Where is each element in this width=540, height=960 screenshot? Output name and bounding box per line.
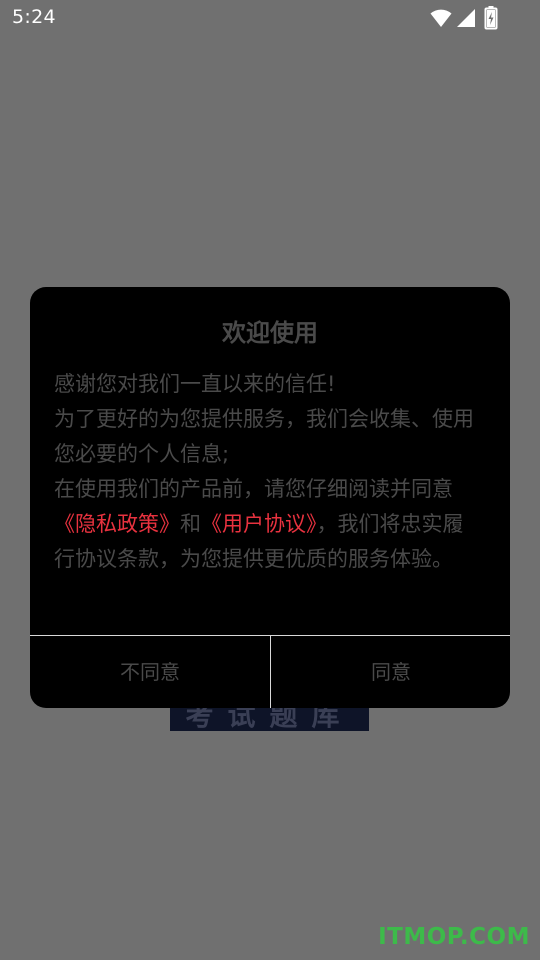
dialog-button-row: 不同意 同意 [30, 635, 510, 708]
wifi-icon [430, 8, 452, 32]
status-time: 5:24 [12, 6, 56, 28]
agree-button[interactable]: 同意 [270, 636, 510, 708]
signal-icon [456, 8, 476, 32]
agreement-and: 和 [180, 512, 201, 536]
privacy-dialog: 欢迎使用 感谢您对我们一直以来的信任! 为了更好的为您提供服务，我们会收集、使用… [30, 287, 510, 708]
disagree-button[interactable]: 不同意 [30, 636, 270, 708]
watermark: ITMOP.COM [378, 924, 530, 950]
status-bar: 5:24 [0, 0, 540, 36]
battery-charging-icon [484, 6, 498, 34]
user-agreement-link[interactable]: 《用户协议》 [201, 512, 317, 536]
dialog-title: 欢迎使用 [222, 319, 318, 347]
dialog-paragraph-agreement: 在使用我们的产品前，请您仔细阅读并同意《隐私政策》和《用户协议》，我们将忠实履行… [54, 472, 474, 577]
privacy-policy-link[interactable]: 《隐私政策》 [54, 512, 180, 536]
app-screen: 5:24 考试题库 欢迎使用 感谢您对我们一直以来的信任! 为了更好的为您提供服… [0, 0, 540, 960]
agreement-prefix: 在使用我们的产品前，请您仔细阅读并同意 [54, 477, 453, 501]
dialog-paragraph-collect: 为了更好的为您提供服务，我们会收集、使用您必要的个人信息; [54, 407, 474, 466]
dialog-paragraph-thanks: 感谢您对我们一直以来的信任! [54, 372, 336, 396]
dialog-body: 感谢您对我们一直以来的信任! 为了更好的为您提供服务，我们会收集、使用您必要的个… [54, 367, 474, 577]
